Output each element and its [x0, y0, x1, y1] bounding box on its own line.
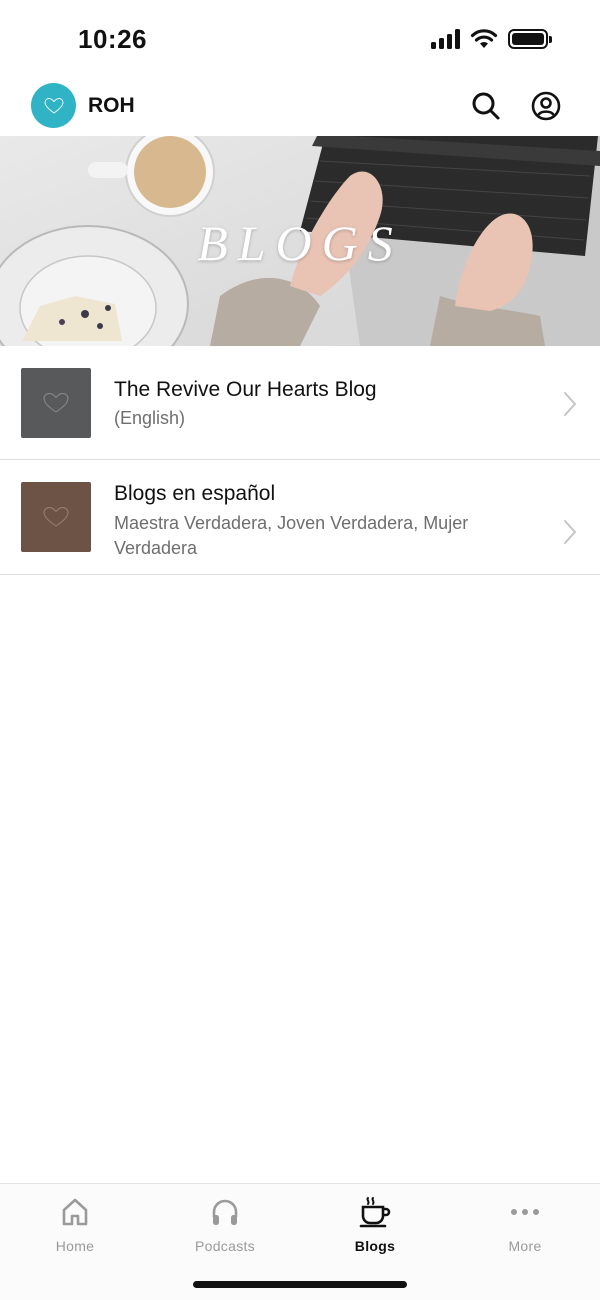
blogs-hero-banner: BLOGS — [0, 136, 600, 346]
cellular-signal-icon — [431, 29, 460, 49]
blog-title: The Revive Our Hearts Blog — [114, 378, 377, 401]
tab-blogs[interactable]: Blogs — [300, 1194, 450, 1254]
app-title: ROH — [88, 94, 135, 117]
search-icon — [472, 92, 500, 120]
home-icon — [62, 1198, 88, 1226]
status-bar: 10:26 — [0, 0, 600, 78]
heart-icon — [43, 392, 69, 413]
status-icons — [431, 28, 552, 50]
heart-logo-icon — [43, 97, 64, 114]
home-indicator[interactable] — [193, 1281, 407, 1288]
blog-thumbnail — [21, 368, 91, 438]
tab-more[interactable]: More — [450, 1194, 600, 1254]
tab-home[interactable]: Home — [0, 1194, 150, 1254]
blog-subtitle: (English) — [114, 408, 186, 428]
account-button[interactable] — [530, 90, 562, 122]
top-app-bar: ROH — [0, 78, 600, 136]
tab-label: Podcasts — [195, 1238, 255, 1254]
wifi-icon — [470, 29, 498, 48]
blog-list: The Revive Our Hearts Blog (English) Blo… — [0, 346, 600, 575]
tab-label: Home — [55, 1238, 95, 1254]
tab-podcasts[interactable]: Podcasts — [150, 1194, 300, 1254]
headphones-icon — [212, 1199, 238, 1225]
chevron-right-icon — [564, 392, 576, 416]
search-button[interactable] — [470, 90, 502, 122]
battery-icon — [508, 29, 552, 49]
blog-thumbnail — [21, 482, 91, 552]
tab-label: Blogs — [354, 1238, 396, 1254]
app-screen: 10:26 ROH BLOGS The Revive Our Hearts Bl… — [0, 0, 600, 1300]
blog-list-item-english[interactable]: The Revive Our Hearts Blog (English) — [0, 346, 600, 460]
account-circle-icon — [531, 91, 561, 121]
blog-list-item-spanish[interactable]: Blogs en español Maestra Verdadera, Jove… — [0, 460, 600, 575]
heart-icon — [43, 506, 69, 527]
roh-logo[interactable] — [31, 83, 76, 128]
status-time: 10:26 — [78, 24, 147, 54]
hero-title: BLOGS — [197, 215, 403, 271]
more-dots-icon — [511, 1209, 539, 1215]
chevron-right-icon — [564, 520, 576, 544]
tab-label: More — [508, 1238, 542, 1254]
blog-subtitle: Maestra Verdadera, Joven Verdadera, Muje… — [114, 513, 469, 558]
blog-title: Blogs en español — [114, 482, 276, 505]
coffee-cup-icon — [359, 1197, 391, 1228]
